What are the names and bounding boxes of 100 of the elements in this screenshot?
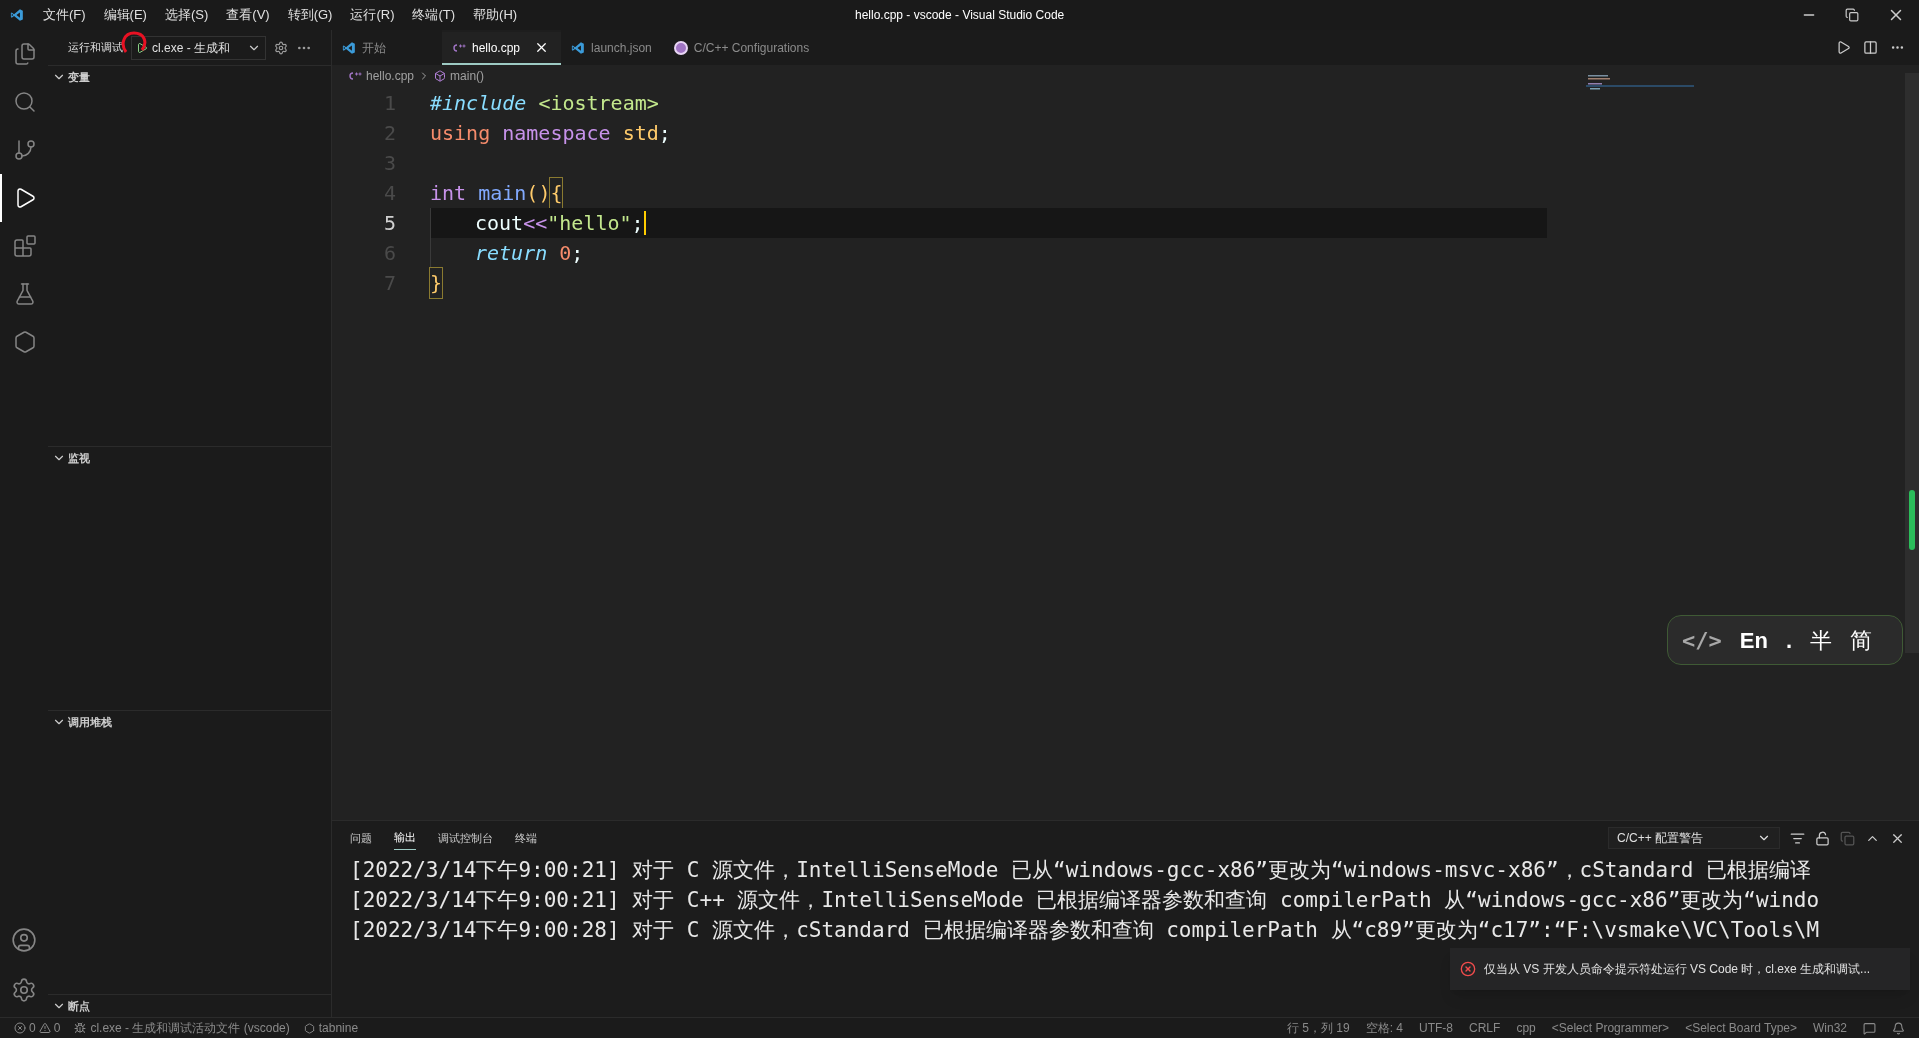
code-token: } bbox=[430, 268, 443, 298]
scrollbar[interactable] bbox=[1905, 73, 1919, 653]
lock-icon[interactable] bbox=[1815, 830, 1830, 846]
menu-item[interactable]: 帮助(H) bbox=[464, 5, 527, 25]
start-debug-icon[interactable] bbox=[136, 41, 148, 54]
script-mode-label: 简 bbox=[1850, 626, 1872, 655]
cpp-file-icon bbox=[452, 42, 466, 53]
section-header[interactable]: 调用堆栈 bbox=[48, 710, 331, 733]
error-icon bbox=[1460, 961, 1476, 977]
code-token: "hello" bbox=[547, 210, 632, 237]
hexagon-icon[interactable] bbox=[13, 330, 37, 354]
panel-tab[interactable]: 调试控制台 bbox=[438, 826, 493, 850]
window-title: hello.cpp - vscode - Visual Studio Code bbox=[855, 7, 1065, 24]
code-token: ; bbox=[631, 210, 644, 237]
code-token: << bbox=[523, 210, 548, 237]
debug-icon bbox=[74, 1022, 87, 1034]
flask-icon[interactable] bbox=[13, 282, 37, 306]
menu-item[interactable]: 查看(V) bbox=[217, 5, 279, 25]
panel-tab[interactable]: 问题 bbox=[350, 826, 372, 850]
notification-message: 仅当从 VS 开发人员命令提示符处运行 VS Code 时，cl.exe 生成和调试... bbox=[1484, 961, 1871, 978]
status-item[interactable]: Win32 bbox=[1813, 1019, 1847, 1037]
launch-status[interactable]: cl.exe - 生成和调试活动文件 (vscode) bbox=[74, 1019, 290, 1037]
output-line: [2022/3/14下午9:00:28] 对于 C 源文件，cStandard 已根据编译器参数和查询 compilerPath 从“c89”更改为“c17”:“F:\vsmake\VC\Tools\M bbox=[350, 917, 1821, 944]
code-token: ; bbox=[571, 240, 584, 267]
status-item[interactable]: UTF-8 bbox=[1419, 1019, 1454, 1037]
code-token: using bbox=[430, 120, 492, 147]
warning-icon bbox=[38, 1022, 51, 1034]
code-token: int bbox=[430, 180, 468, 207]
feedback-icon[interactable] bbox=[1863, 1021, 1876, 1035]
editor-tab[interactable]: 开始 bbox=[332, 30, 442, 65]
status-item[interactable]: 空格: 4 bbox=[1365, 1019, 1404, 1037]
cpp-file-icon bbox=[348, 71, 362, 81]
section-title: 监视 bbox=[68, 450, 90, 466]
gear-icon[interactable] bbox=[274, 40, 288, 55]
vscode-logo-icon bbox=[571, 40, 586, 55]
code-token: cout bbox=[475, 210, 524, 237]
code-token: namespace bbox=[502, 120, 612, 147]
section-header[interactable]: 变量 bbox=[48, 66, 331, 88]
status-item[interactable]: cpp bbox=[1516, 1019, 1536, 1037]
section-title: 调用堆栈 bbox=[68, 714, 112, 730]
settings-icon[interactable] bbox=[11, 977, 37, 1003]
punctuation-mode-label: . bbox=[1785, 626, 1792, 655]
breadcrumb-item[interactable]: main() bbox=[450, 67, 485, 85]
code-token: main bbox=[478, 180, 527, 207]
files-icon[interactable] bbox=[13, 42, 37, 66]
hexagon-icon bbox=[303, 1022, 315, 1034]
section-header[interactable]: 断点 bbox=[48, 995, 331, 1017]
clear-output-icon[interactable] bbox=[1790, 830, 1805, 846]
scroll-indicator-icon bbox=[1909, 490, 1915, 550]
notifications-icon[interactable] bbox=[1892, 1021, 1905, 1035]
code-token: #include bbox=[430, 90, 528, 117]
menu-item[interactable]: 选择(S) bbox=[155, 5, 218, 25]
problems-status[interactable]: 0 0 bbox=[14, 1019, 61, 1037]
editor-tab[interactable]: launch.json bbox=[561, 30, 664, 65]
code-token: 0 bbox=[559, 240, 572, 267]
split-editor-icon[interactable] bbox=[1863, 40, 1878, 55]
account-icon[interactable] bbox=[11, 927, 37, 953]
output-line: [2022/3/14下午9:00:21] 对于 C++ 源文件，IntelliSenseMode 已根据编译器参数和查询 compilerPath 从“windows-gcc-x86”更改为“windo bbox=[350, 887, 1821, 914]
code-token: { bbox=[550, 178, 563, 208]
app-logo-icon bbox=[10, 8, 24, 22]
status-item[interactable]: <Select Board Type> bbox=[1685, 1019, 1797, 1037]
width-mode-label: 半 bbox=[1810, 626, 1832, 655]
language-mode-label: En bbox=[1739, 626, 1768, 655]
code-mode-label: </> bbox=[1682, 626, 1722, 655]
status-item[interactable]: <Select Programmer> bbox=[1551, 1019, 1670, 1037]
editor-tab[interactable]: C/C++ Configurations bbox=[663, 30, 822, 65]
restore-icon[interactable] bbox=[1845, 8, 1859, 22]
status-item[interactable]: 行 5，列 19 bbox=[1287, 1019, 1350, 1037]
code-token: return bbox=[475, 240, 549, 267]
output-channel-select[interactable]: C/C++ 配置警告 bbox=[1608, 827, 1780, 849]
sidebar-title: 运行和调试 bbox=[68, 40, 123, 56]
code-token: <iostream> bbox=[538, 90, 659, 117]
run-icon[interactable] bbox=[1836, 40, 1851, 55]
launch-config-dropdown[interactable]: cl.exe - 生成和 bbox=[131, 35, 266, 60]
search-icon[interactable] bbox=[13, 90, 37, 114]
code-token: () bbox=[526, 180, 551, 207]
vscode-logo-icon bbox=[342, 40, 356, 55]
menu-item[interactable]: 终端(T) bbox=[403, 5, 465, 25]
code-token: ; bbox=[658, 120, 671, 147]
editor-tab[interactable]: hello.cpp bbox=[442, 30, 562, 65]
code-token: std bbox=[622, 120, 659, 147]
section-header[interactable]: 监视 bbox=[48, 446, 331, 469]
status-item[interactable]: CRLF bbox=[1469, 1019, 1501, 1037]
output-line: [2022/3/14下午9:00:21] 对于 C 源文件，IntelliSenseMode 已从“windows-gcc-x86”更改为“windows-msvc-x86”，cStandard 已根据编译 bbox=[350, 857, 1813, 884]
line-number: 5 bbox=[382, 210, 396, 237]
error-icon bbox=[14, 1022, 26, 1034]
section-title: 变量 bbox=[68, 69, 90, 85]
extensions-icon[interactable] bbox=[13, 234, 37, 258]
tabnine-status[interactable]: tabnine bbox=[303, 1019, 359, 1037]
menu-item[interactable]: 编辑(E) bbox=[94, 5, 156, 25]
branch-icon[interactable] bbox=[13, 138, 37, 162]
menu-item[interactable]: 转到(G) bbox=[278, 5, 342, 25]
cube-icon bbox=[434, 70, 447, 82]
extension-icon bbox=[673, 40, 688, 55]
menu-item[interactable]: 文件(F) bbox=[34, 5, 95, 25]
breadcrumb-item[interactable]: hello.cpp bbox=[366, 67, 415, 85]
panel-tab[interactable]: 终端 bbox=[515, 826, 537, 850]
menu-item[interactable]: 运行(R) bbox=[341, 5, 404, 25]
section-title: 断点 bbox=[68, 998, 90, 1014]
panel-tab[interactable]: 输出 bbox=[394, 826, 416, 850]
